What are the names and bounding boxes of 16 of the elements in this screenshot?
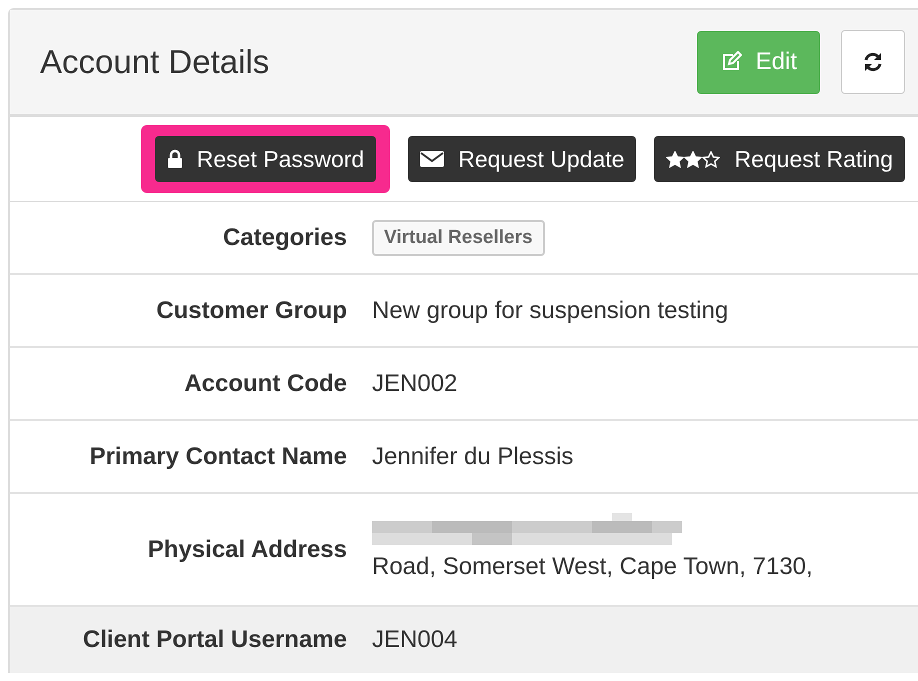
field-label: Primary Contact Name bbox=[88, 442, 348, 470]
action-button[interactable]: Request Rating bbox=[654, 136, 905, 182]
category-tag: Virtual Resellers bbox=[372, 220, 545, 256]
action-button[interactable]: Request Update bbox=[408, 136, 636, 182]
field-value: Road, Somerset West, Cape Town, 7130, bbox=[372, 552, 813, 580]
field-label: Categories bbox=[222, 224, 348, 252]
field-value: Jennifer du Plessis bbox=[372, 442, 574, 470]
action-button[interactable]: Reset Password bbox=[154, 136, 376, 182]
field-label: Client Portal Username bbox=[82, 626, 348, 654]
field-value: New group for suspension testing bbox=[372, 296, 728, 324]
field-label: Customer Group bbox=[155, 296, 348, 324]
field-value: JEN004 bbox=[372, 626, 458, 654]
field-value: JEN002 bbox=[372, 370, 458, 398]
field-label: Physical Address bbox=[146, 536, 348, 564]
panel-title: Account Details bbox=[40, 43, 270, 81]
field-label: Account Code bbox=[183, 370, 348, 398]
